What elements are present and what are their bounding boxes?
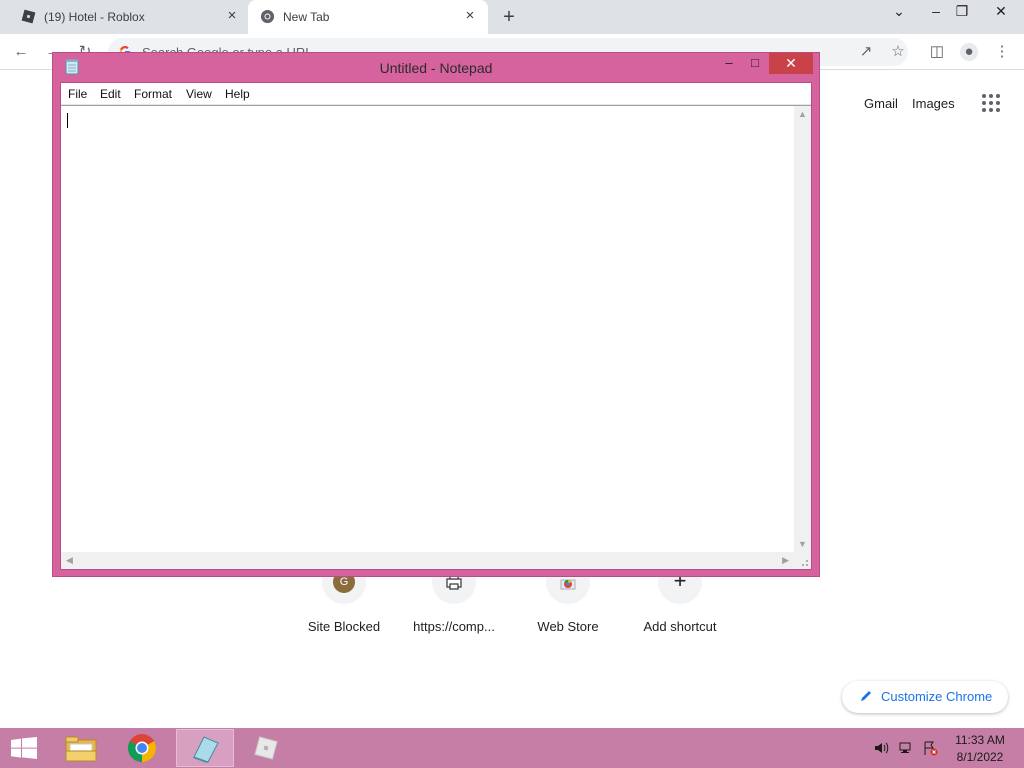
notepad-maximize-button[interactable]: □: [743, 53, 767, 74]
notepad-close-button[interactable]: ✕: [769, 53, 813, 74]
shortcut-label: https://comp...: [413, 619, 495, 634]
menu-help[interactable]: Help: [225, 87, 250, 101]
speaker-glyph: [875, 742, 889, 754]
shortcut-label: Site Blocked: [307, 619, 381, 634]
notepad-titlebar[interactable]: Untitled - Notepad – □ ✕: [53, 53, 819, 81]
customize-chrome-label: Customize Chrome: [881, 689, 993, 704]
close-tab-icon[interactable]: ×: [462, 8, 478, 24]
tab-search-chevron-icon[interactable]: ⌄: [888, 3, 910, 25]
roblox-icon: [21, 9, 36, 24]
tab-strip: (19) Hotel - Roblox × New Tab × + ⌄ – ❐ …: [0, 0, 1024, 34]
roblox-icon: [254, 736, 278, 760]
new-tab-button[interactable]: +: [500, 7, 518, 27]
horizontal-scrollbar[interactable]: ◀ ▶: [61, 552, 794, 569]
menu-file[interactable]: File: [68, 87, 87, 101]
notepad-menubar: File Edit Format View Help: [61, 83, 811, 105]
chrome-icon: [260, 9, 275, 24]
menu-format[interactable]: Format: [134, 87, 172, 101]
notepad-client-area: File Edit Format View Help ▲ ▼ ◀ ▶: [60, 82, 812, 570]
tab-title: New Tab: [283, 10, 330, 24]
windows-start-icon[interactable]: [11, 737, 37, 759]
tab-title: (19) Hotel - Roblox: [44, 10, 145, 24]
clock-time[interactable]: 11:33 AM: [950, 733, 1010, 747]
notepad-icon: [193, 736, 219, 763]
action-center-icon[interactable]: [922, 740, 938, 756]
more-menu-icon[interactable]: ⋮: [993, 43, 1011, 61]
side-panel-icon[interactable]: ◫: [928, 43, 946, 61]
chrome-icon: [128, 734, 156, 762]
tab-new-tab[interactable]: New Tab ×: [248, 0, 488, 34]
letter-g-glyph: G: [339, 576, 349, 588]
taskbar-roblox[interactable]: [238, 729, 296, 767]
vertical-scrollbar[interactable]: ▲ ▼: [794, 106, 811, 552]
text-caret: [67, 113, 68, 128]
scroll-right-arrow-icon[interactable]: ▶: [782, 555, 789, 566]
profile-avatar-icon[interactable]: ●: [960, 43, 978, 61]
bookmark-star-icon[interactable]: ☆: [889, 43, 907, 61]
speaker-icon[interactable]: [873, 740, 889, 756]
network-icon[interactable]: [898, 740, 914, 756]
notepad-title: Untitled - Notepad: [379, 60, 493, 76]
clock-date[interactable]: 8/1/2022: [950, 750, 1010, 764]
browser-minimize-button[interactable]: –: [925, 3, 947, 25]
scroll-down-arrow-icon[interactable]: ▼: [798, 539, 807, 549]
customize-chrome-button[interactable]: Customize Chrome: [842, 681, 1008, 713]
shortcut-label: Add shortcut: [643, 619, 717, 634]
shortcut-label: Web Store: [537, 619, 599, 634]
size-grip[interactable]: [794, 552, 811, 569]
network-glyph: [899, 742, 911, 753]
browser-restore-button[interactable]: ❐: [951, 3, 973, 25]
menu-edit[interactable]: Edit: [100, 87, 121, 101]
windows-taskbar: 11:33 AM 8/1/2022: [0, 728, 1024, 768]
gmail-link[interactable]: Gmail: [864, 96, 898, 111]
back-arrow-icon[interactable]: ←: [12, 43, 30, 61]
flag-glyph: [924, 741, 938, 756]
notepad-text-area[interactable]: ▲ ▼ ◀ ▶: [61, 105, 811, 569]
tab-roblox-hotel[interactable]: (19) Hotel - Roblox ×: [8, 0, 248, 34]
google-apps-grid-icon[interactable]: [982, 94, 1000, 112]
menu-view[interactable]: View: [186, 87, 212, 101]
scroll-left-arrow-icon[interactable]: ◀: [66, 555, 73, 566]
share-icon[interactable]: ↗: [857, 43, 875, 61]
file-explorer-icon: [65, 736, 97, 762]
close-tab-icon[interactable]: ×: [224, 8, 240, 24]
pencil-icon: [861, 691, 871, 701]
notepad-minimize-button[interactable]: –: [717, 53, 741, 74]
notepad-window[interactable]: Untitled - Notepad – □ ✕ File Edit Forma…: [52, 52, 820, 577]
taskbar-file-explorer[interactable]: [52, 729, 110, 767]
resize-grip-icon: [802, 560, 808, 566]
taskbar-notepad[interactable]: [176, 729, 234, 767]
browser-close-button[interactable]: ✕: [990, 3, 1012, 25]
images-link[interactable]: Images: [912, 96, 955, 111]
taskbar-chrome[interactable]: [114, 729, 172, 767]
scroll-up-arrow-icon[interactable]: ▲: [798, 109, 807, 119]
